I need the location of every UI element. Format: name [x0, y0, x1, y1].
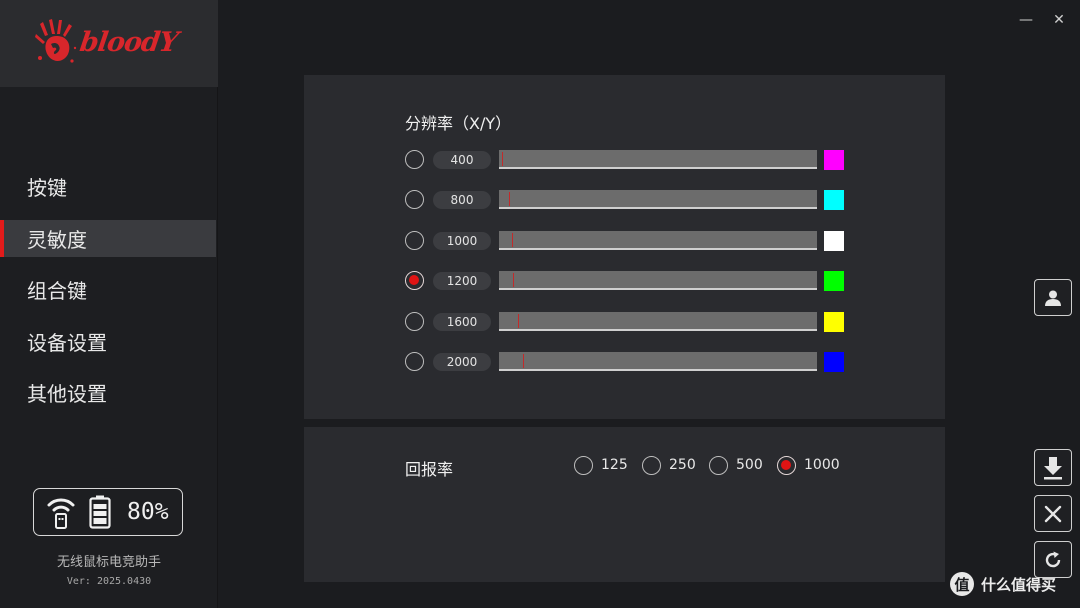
close-icon [1044, 505, 1062, 522]
dpi-slider[interactable] [499, 312, 817, 331]
sidebar-item-label: 灵敏度 [27, 227, 87, 252]
close-window-button[interactable]: ✕ [1048, 10, 1070, 30]
dpi-value[interactable]: 2000 [433, 353, 491, 371]
dpi-radio[interactable] [405, 190, 424, 209]
dpi-slider[interactable] [499, 271, 817, 290]
report-rate-option[interactable]: 250 [642, 455, 696, 475]
sidebar-item-buttons[interactable]: 按键 [0, 168, 216, 205]
dpi-color-swatch[interactable] [824, 352, 844, 372]
dpi-radio[interactable] [405, 231, 424, 250]
dpi-value[interactable]: 800 [433, 191, 491, 209]
user-icon [1045, 290, 1061, 306]
dpi-row: 1600 [405, 312, 845, 334]
dpi-panel: 分辨率（X/Y） 400 800 1000 1200 1600 2000 [304, 75, 945, 419]
dpi-color-swatch[interactable] [824, 271, 844, 291]
minimize-icon: — [1019, 12, 1033, 28]
dpi-row: 1000 [405, 231, 845, 253]
minimize-button[interactable]: — [1015, 10, 1037, 30]
sidebar-item-label: 设备设置 [27, 330, 107, 355]
smzdm-watermark: 值 什么值得买 [950, 572, 1056, 596]
save-to-device-button[interactable] [1034, 449, 1072, 486]
dpi-slider[interactable] [499, 352, 817, 371]
slider-position-mark[interactable] [502, 152, 503, 166]
profile-button[interactable] [1034, 279, 1072, 316]
sidebar-item-label: 其他设置 [27, 382, 107, 406]
close-icon: ✕ [1053, 12, 1065, 28]
report-rate-label: 125 [601, 457, 628, 473]
report-rate-label: 500 [736, 457, 763, 473]
dpi-value[interactable]: 400 [433, 151, 491, 169]
dpi-radio[interactable] [405, 352, 424, 371]
sidebar-item-other-settings[interactable]: 其他设置 [0, 374, 216, 411]
slider-position-mark[interactable] [512, 233, 513, 247]
dpi-row: 2000 [405, 352, 845, 374]
dpi-radio[interactable] [405, 312, 424, 331]
battery-percentage: 80% [127, 499, 169, 525]
watermark-logo: 值 [950, 572, 974, 596]
report-rate-option[interactable]: 1000 [777, 455, 840, 475]
report-rate-radio[interactable] [709, 455, 728, 475]
report-rate-radio[interactable] [777, 455, 796, 475]
dpi-color-swatch[interactable] [824, 312, 844, 332]
dpi-section-title: 分辨率（X/Y） [405, 114, 512, 133]
logo-text: bloodY [77, 26, 180, 58]
dpi-color-swatch[interactable] [824, 231, 844, 251]
report-rate-option[interactable]: 500 [709, 455, 763, 475]
sidebar-item-sensitivity[interactable]: 灵敏度 [0, 219, 216, 257]
sidebar: bloodY 按键 灵敏度 组合键 设备设置 其他设置 80% 无线鼠标电竞助手… [0, 0, 218, 608]
wireless-receiver-icon [47, 498, 75, 529]
app-version: Ver: 2025.0430 [66, 576, 152, 587]
dpi-row: 800 [405, 190, 845, 212]
dpi-slider[interactable] [499, 190, 817, 209]
dpi-color-swatch[interactable] [824, 190, 844, 210]
dpi-radio[interactable] [405, 150, 424, 169]
logo-area: bloodY [0, 0, 218, 87]
dpi-row: 1200 [405, 271, 845, 293]
refresh-icon [1045, 551, 1061, 567]
sidebar-item-device-settings[interactable]: 设备设置 [0, 323, 216, 360]
report-rate-label: 250 [669, 457, 696, 473]
device-status-box: 80% [33, 488, 183, 536]
slider-position-mark[interactable] [523, 354, 524, 368]
sidebar-item-label: 组合键 [27, 279, 87, 303]
dpi-value[interactable]: 1200 [433, 272, 491, 290]
dpi-slider[interactable] [499, 150, 817, 169]
battery-icon [89, 495, 111, 529]
dpi-color-swatch[interactable] [824, 150, 844, 170]
slider-position-mark[interactable] [513, 273, 514, 287]
report-rate-label: 1000 [804, 457, 840, 473]
dpi-value[interactable]: 1600 [433, 313, 491, 331]
report-rate-radio[interactable] [574, 455, 593, 475]
app-name: 无线鼠标电竞助手 [56, 555, 161, 570]
slider-position-mark[interactable] [518, 314, 519, 328]
watermark-text: 什么值得买 [981, 575, 1057, 594]
dpi-row: 400 [405, 150, 845, 172]
report-rate-option[interactable]: 125 [574, 455, 628, 475]
download-icon [1044, 456, 1062, 479]
dpi-value[interactable]: 1000 [433, 232, 491, 250]
reset-button[interactable] [1034, 495, 1072, 532]
slider-position-mark[interactable] [509, 192, 510, 206]
report-rate-panel: 回报率 125 250 500 1000 [304, 427, 945, 582]
dpi-slider[interactable] [499, 231, 817, 250]
sidebar-nav: 按键 灵敏度 组合键 设备设置 其他设置 [0, 168, 218, 426]
sidebar-item-label: 按键 [27, 176, 67, 200]
bloody-logo: bloodY [34, 18, 180, 66]
sidebar-item-macros[interactable]: 组合键 [0, 271, 216, 308]
dpi-radio[interactable] [405, 271, 424, 290]
report-rate-title: 回报率 [405, 460, 454, 479]
bloody-hand-icon [35, 19, 77, 63]
report-rate-radio[interactable] [642, 455, 661, 475]
